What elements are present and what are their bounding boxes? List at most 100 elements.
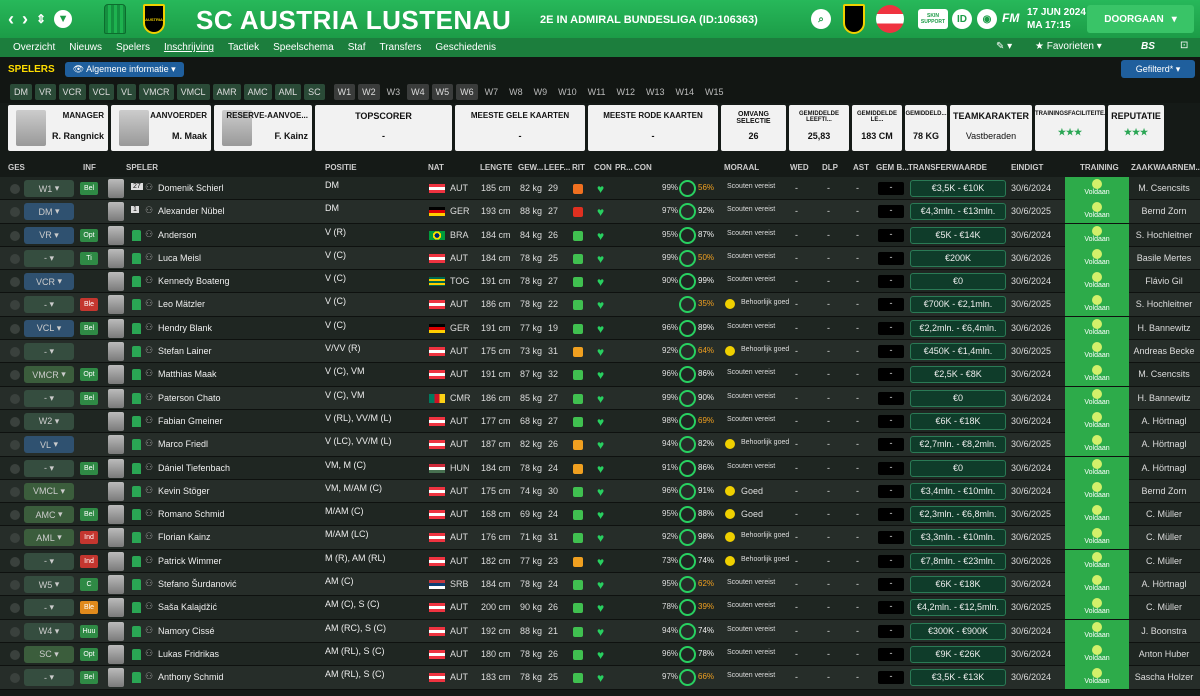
position-filter-vcr[interactable]: VCR [58,84,86,100]
training-status[interactable]: Voldaan [1065,619,1129,643]
table-row[interactable]: VMCL ▾ ⚇ Kevin Stöger VM, M/AM (C) AUT 175 cm… [0,479,1200,504]
vice-captain-card[interactable]: RESERVE-AANVOE... F. Kainz [214,105,312,151]
table-row[interactable]: VMCR ▾ Opt ⚇ Matthias Maak V (C), VM AUT 191 c… [0,363,1200,387]
col-gewicht[interactable]: GEW... [518,163,543,172]
col-inf[interactable]: INF [83,163,96,172]
training-status[interactable]: Voldaan [1065,549,1129,573]
position-filter-w5[interactable]: W5 [431,84,454,100]
manager-card[interactable]: MANAGER R. Rangnick [8,105,108,151]
captain-card[interactable]: AANVOERDER M. Maak [111,105,211,151]
info-tag[interactable]: Ble [80,298,98,312]
position-filter-w1[interactable]: W1 [333,84,356,100]
search-icon[interactable]: ⌕ [811,9,831,29]
position-filter-vcl[interactable]: VCL [88,84,115,100]
col-positie[interactable]: POSITIE [325,163,357,172]
selection-toggle[interactable] [10,207,20,218]
position-filter-w10[interactable]: W10 [554,84,581,100]
info-tag[interactable]: Bel [80,391,98,405]
training-status[interactable]: Voldaan [1065,246,1129,270]
training-status[interactable]: Voldaan [1065,177,1129,200]
info-tag[interactable]: Ind [80,531,98,545]
position-filter-w6[interactable]: W6 [456,84,478,100]
player-name[interactable]: Romano Schmid [158,509,225,519]
info-tag[interactable]: Ti [80,251,98,265]
info-tag[interactable]: Bel [80,671,98,685]
training-status[interactable]: Voldaan [1065,526,1129,550]
squad-role-select[interactable]: W4 ▾ [24,622,74,640]
info-tag[interactable]: Bel [80,461,98,475]
player-name[interactable]: Marco Friedl [158,439,208,449]
menu-staf[interactable]: Staf [341,42,373,53]
training-status[interactable]: Voldaan [1065,223,1129,247]
col-ritme[interactable]: RIT [572,163,585,172]
col-wed[interactable]: WED [790,163,809,172]
training-status[interactable]: Voldaan [1065,200,1129,224]
player-name[interactable]: Namory Cissé [158,626,215,636]
info-tag[interactable]: Bel [80,508,98,522]
player-name[interactable]: Hendry Blank [158,323,212,333]
player-name[interactable]: Kennedy Boateng [158,276,230,286]
training-status[interactable]: Voldaan [1065,270,1129,294]
dropdown-circle-icon[interactable]: ▼ [54,10,73,28]
player-name[interactable]: Anthony Schmid [158,672,224,682]
col-moraal[interactable]: MORAAL [724,163,759,172]
selection-toggle[interactable] [10,393,20,404]
player-name[interactable]: Anderson [158,230,197,240]
training-status[interactable]: Voldaan [1065,456,1129,480]
table-row[interactable]: W1 ▾ Bel 27 ⚇ Domenik Schierl DM AUT 185 cm 82 k… [0,177,1200,201]
col-leeftijd[interactable]: LEEF... [544,163,570,172]
edit-icon[interactable]: ✎ ▾ [996,41,1012,52]
col-eindigt[interactable]: EINDIGT [1011,163,1043,172]
position-filter-w11[interactable]: W11 [584,84,610,100]
col-training[interactable]: TRAINING [1080,163,1119,172]
position-filter-w13[interactable]: W13 [642,84,669,100]
position-filter-w15[interactable]: W15 [701,84,728,100]
player-name[interactable]: Lukas Fridrikas [158,649,219,659]
selection-toggle[interactable] [10,300,20,311]
selection-toggle[interactable] [10,510,20,521]
squad-role-select[interactable]: W5 ▾ [24,576,74,594]
table-row[interactable]: - ▾ Ble ⚇ Leo Mätzler V (C) AUT 186 cm 78 kg 22 ♥… [0,293,1200,317]
col-speler[interactable]: SPELER [126,163,158,172]
expand-icon[interactable]: ⊡ [1180,40,1188,51]
player-name[interactable]: Saša Kalajdžić [158,602,217,612]
player-name[interactable]: Domenik Schierl [158,183,224,193]
selection-toggle[interactable] [10,277,20,288]
training-status[interactable]: Voldaan [1065,479,1129,503]
table-row[interactable]: - ▾ Ind ⚇ Patrick Wimmer M (R), AM (RL) AUT 18… [0,549,1200,574]
position-filter-dm[interactable]: DM [10,84,32,100]
player-name[interactable]: Patrick Wimmer [158,556,222,566]
training-status[interactable]: Voldaan [1065,363,1129,387]
training-status[interactable]: Voldaan [1065,409,1129,433]
col-conditie[interactable]: CON [594,163,612,172]
table-row[interactable]: VR ▾ Opt ⚇ Anderson V (R) BRA 184 cm 84 kg 26 ♥ 95… [0,223,1200,247]
col-pr[interactable]: PR... [615,163,633,172]
selection-toggle[interactable] [10,416,20,427]
col-nat[interactable]: NAT [428,163,444,172]
training-status[interactable]: Voldaan [1065,386,1129,410]
player-name[interactable]: Luca Meisl [158,253,201,263]
squad-role-select[interactable]: VCL ▾ [24,319,74,337]
menu-speelschema[interactable]: Speelschema [266,42,341,53]
squad-role-select[interactable]: - ▾ [24,552,74,570]
player-name[interactable]: Paterson Chato [158,393,221,403]
globe-icon[interactable]: ◉ [977,9,997,29]
squad-role-select[interactable]: VCR ▾ [24,273,74,291]
selection-toggle[interactable] [10,673,20,684]
position-filter-w9[interactable]: W9 [530,84,552,100]
player-name[interactable]: Alexander Nübel [158,206,225,216]
position-filter-vr[interactable]: VR [35,84,56,100]
table-row[interactable]: W5 ▾ C ⚇ Stefano Šurdanović AM (C) SRB 184 cm 7… [0,573,1200,597]
table-row[interactable]: VCR ▾ ⚇ Kennedy Boateng V (C) TOG 191 cm 78 kg… [0,270,1200,294]
squad-role-select[interactable]: - ▾ [24,389,74,407]
favorites-menu[interactable]: ★ Favorieten ▾ [1035,41,1102,52]
topscorer-card[interactable]: TOPSCORER - [315,105,452,151]
view-select[interactable]: 👁 Algemene informatie ▾ [64,61,184,77]
info-tag[interactable]: Ind [80,554,98,568]
menu-nieuws[interactable]: Nieuws [62,42,109,53]
info-tag[interactable]: Ble [80,601,98,615]
squad-role-select[interactable]: VMCR ▾ [24,366,74,384]
squad-role-select[interactable]: - ▾ [24,459,74,477]
table-row[interactable]: - ▾ Ti ⚇ Luca Meisl V (C) AUT 184 cm 78 kg 25 ♥ 99… [0,246,1200,271]
col-lengte[interactable]: LENGTE [480,163,512,172]
